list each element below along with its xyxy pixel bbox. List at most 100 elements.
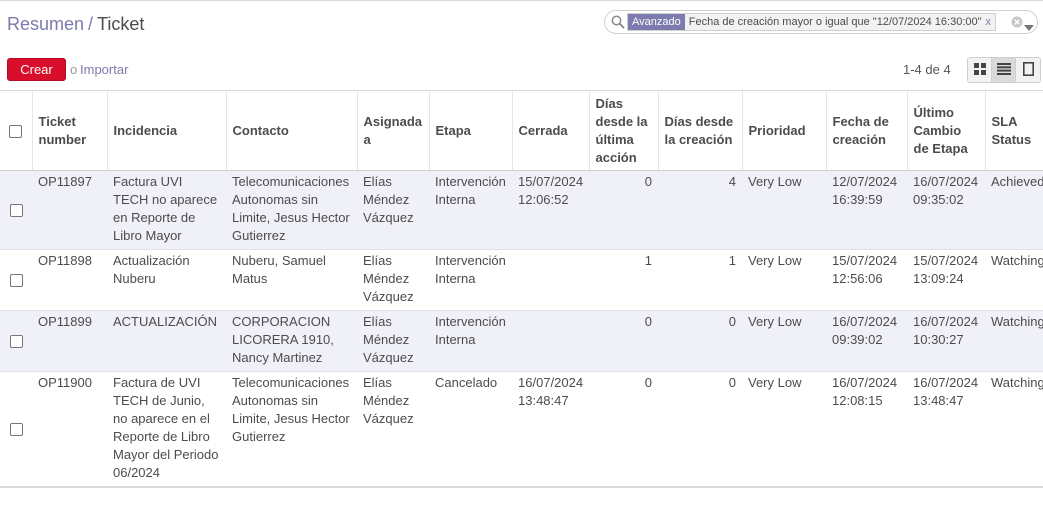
cell-contacto: Telecomunicaciones Autonomas sin Limite,… (232, 375, 350, 444)
cell-cerrada: 15/07/2024 12:06:52 (518, 174, 584, 207)
column-header-asignada[interactable]: Asignada a (357, 90, 430, 171)
cell-etapa: Intervención Interna (435, 253, 506, 286)
cell-cerrada (512, 311, 589, 372)
table-row[interactable]: OP11897 Factura UVI TECH no aparece en R… (0, 170, 1043, 250)
cell-fecha-creacion: 15/07/2024 12:56:06 (832, 253, 898, 286)
cell-dias-ultima-accion: 1 (644, 253, 652, 268)
table-row[interactable]: OP11899 ACTUALIZACIÓN CORPORACION LICORE… (0, 310, 1043, 372)
column-header-ticket-number[interactable]: Ticket number (32, 90, 108, 171)
table-header-row: Ticket number Incidencia Contacto Asigna… (0, 90, 1043, 171)
cell-dias-ultima-accion: 0 (644, 375, 652, 390)
cell-incidencia: Actualización Nuberu (113, 253, 190, 286)
cell-dias-creacion: 4 (728, 174, 736, 189)
column-header-etapa[interactable]: Etapa (429, 90, 513, 171)
cell-dias-creacion: 0 (728, 375, 736, 390)
ticket-list: Ticket number Incidencia Contacto Asigna… (0, 90, 1043, 488)
cell-etapa: Intervención Interna (435, 174, 506, 207)
cell-contacto: CORPORACION LICORERA 1910, Nancy Martine… (232, 314, 334, 365)
cell-prioridad: Very Low (748, 174, 802, 189)
column-header-sla-status[interactable]: SLA Status (985, 90, 1043, 171)
row-select-cell (0, 250, 32, 311)
cell-ultimo-cambio: 16/07/2024 09:35:02 (913, 174, 979, 207)
cell-asignada: Elías Méndez Vázquez (363, 174, 414, 225)
form-view-button[interactable] (1016, 58, 1040, 82)
cell-prioridad: Very Low (748, 253, 802, 268)
column-header-dias-creacion[interactable]: Días desde la creación (658, 90, 743, 171)
cell-dias-ultima-accion: 0 (644, 174, 652, 189)
cell-asignada: Elías Méndez Vázquez (363, 253, 414, 304)
cell-sla-status: Watching (991, 314, 1043, 329)
control-panel: Resumen / Ticket Avanzado Fecha de creació… (0, 0, 1043, 91)
import-button[interactable]: Importar (80, 62, 128, 77)
column-header-incidencia[interactable]: Incidencia (107, 90, 227, 171)
select-all-checkbox[interactable] (9, 124, 23, 138)
form-view-icon (1022, 61, 1034, 79)
pager-value[interactable]: 1-4 de 4 (903, 62, 951, 77)
cell-asignada: Elías Méndez Vázquez (363, 375, 414, 426)
cell-asignada: Elías Méndez Vázquez (363, 314, 414, 365)
select-all-cell (0, 90, 33, 171)
cell-ultimo-cambio: 16/07/2024 13:48:47 (913, 375, 979, 408)
cell-prioridad: Very Low (748, 375, 802, 390)
row-checkbox[interactable] (9, 423, 23, 437)
cell-ticket-number: OP11897 (38, 174, 92, 189)
clear-icon[interactable] (1011, 16, 1023, 31)
column-header-ultimo-cambio[interactable]: Último Cambio de Etapa (907, 90, 986, 171)
view-switcher (967, 57, 1041, 83)
row-select-cell (0, 372, 32, 487)
column-header-prioridad[interactable]: Prioridad (742, 90, 827, 171)
search-facet-value: Fecha de creación mayor o igual que "12/… (688, 16, 982, 28)
cell-ultimo-cambio: 15/07/2024 13:09:24 (913, 253, 979, 286)
cell-fecha-creacion: 12/07/2024 16:39:59 (832, 174, 898, 207)
cell-contacto: Telecomunicaciones Autonomas sin Limite,… (232, 174, 350, 243)
cell-ticket-number: OP11900 (38, 375, 92, 390)
cell-etapa: Intervención Interna (435, 314, 506, 347)
cell-ticket-number: OP11898 (38, 253, 92, 268)
kanban-view-button[interactable] (968, 58, 992, 82)
column-header-contacto[interactable]: Contacto (226, 90, 358, 171)
list-view-icon (996, 62, 1011, 78)
row-select-cell (0, 311, 32, 372)
search-icon (611, 15, 625, 32)
ticket-table: Ticket number Incidencia Contacto Asigna… (0, 90, 1043, 487)
row-select-cell (0, 171, 32, 250)
cell-incidencia: Factura de UVI TECH de Junio, no aparece… (113, 375, 219, 480)
cell-incidencia: ACTUALIZACIÓN (113, 314, 218, 329)
table-row[interactable]: OP11898 Actualización Nuberu Nuberu, Sam… (0, 250, 1043, 311)
cell-prioridad: Very Low (748, 314, 802, 329)
cell-etapa: Cancelado (435, 375, 498, 390)
row-checkbox[interactable] (9, 335, 23, 349)
column-header-cerrada[interactable]: Cerrada (512, 90, 590, 171)
cell-dias-creacion: 1 (728, 253, 736, 268)
search-box[interactable]: Avanzado Fecha de creación mayor o igual… (604, 10, 1038, 34)
facet-remove-button[interactable]: x (986, 14, 996, 30)
cell-sla-status: Achieved (991, 174, 1043, 189)
cell-fecha-creacion: 16/07/2024 09:39:02 (832, 314, 898, 347)
cell-fecha-creacion: 16/07/2024 12:08:15 (832, 375, 898, 408)
column-header-fecha-creacion[interactable]: Fecha de creación (826, 90, 908, 171)
cell-dias-ultima-accion: 0 (644, 314, 652, 329)
row-checkbox[interactable] (9, 204, 23, 218)
cell-incidencia: Factura UVI TECH no aparece en Reporte d… (113, 174, 218, 243)
page-title: Ticket (97, 14, 145, 34)
kanban-view-icon (973, 62, 986, 78)
cell-ultimo-cambio: 16/07/2024 10:30:27 (913, 314, 979, 347)
create-button[interactable]: Crear (7, 58, 66, 81)
cell-cerrada (512, 250, 589, 311)
caret-down-icon[interactable] (1024, 19, 1034, 34)
cell-sla-status: Watching (991, 375, 1043, 390)
row-checkbox[interactable] (9, 274, 23, 288)
table-row[interactable]: OP11900 Factura de UVI TECH de Junio, no… (0, 372, 1043, 487)
cell-ticket-number: OP11899 (38, 314, 92, 329)
column-header-dias-ultima-accion[interactable]: Días desde la última acción (589, 90, 659, 171)
search-facet: Avanzado Fecha de creación mayor o igual… (627, 13, 997, 31)
search-facet-label: Avanzado (628, 14, 685, 30)
cell-dias-creacion: 0 (728, 314, 736, 329)
breadcrumb: Resumen / Ticket (7, 14, 144, 35)
cell-sla-status: Watching (991, 253, 1043, 268)
list-view-button[interactable] (992, 58, 1016, 82)
cell-cerrada: 16/07/2024 13:48:47 (518, 375, 584, 408)
breadcrumb-separator: / (88, 14, 94, 34)
cell-contacto: Nuberu, Samuel Matus (232, 253, 326, 286)
breadcrumb-parent-link[interactable]: Resumen (7, 14, 84, 34)
